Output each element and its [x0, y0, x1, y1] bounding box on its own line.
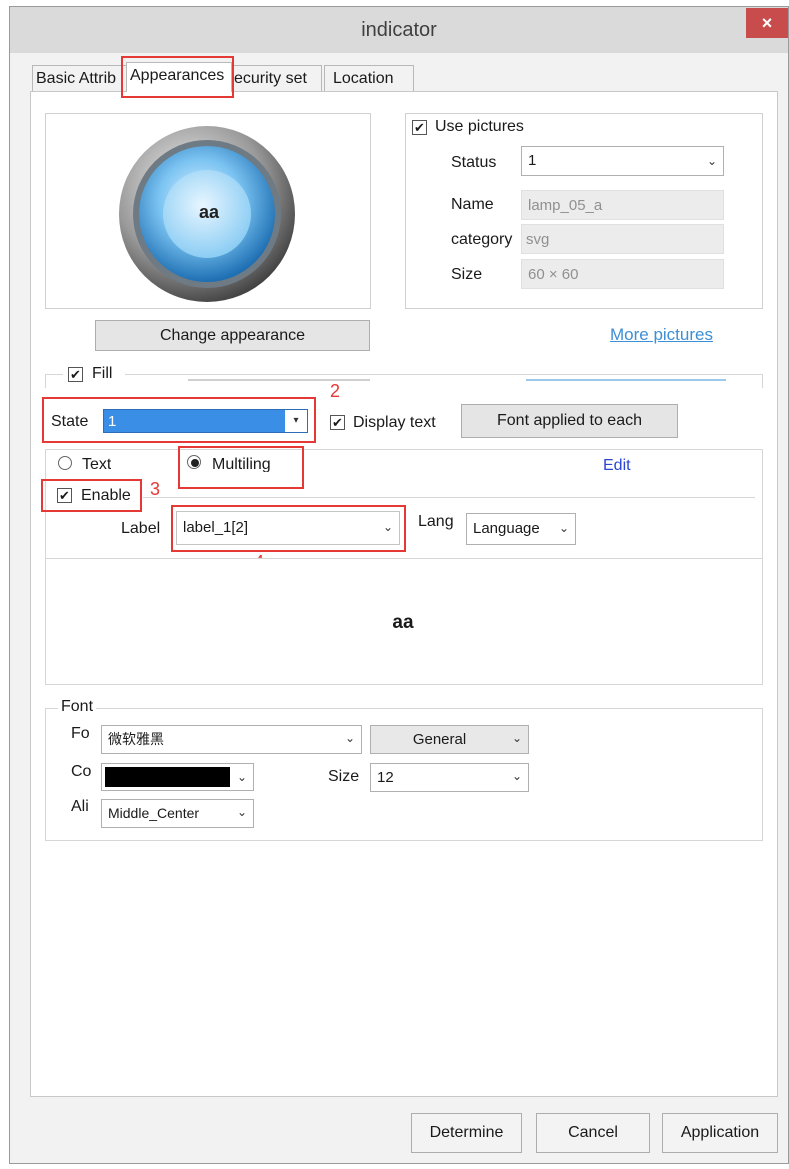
multiling-option-label: Multiling — [212, 456, 271, 472]
use-pictures-checkbox[interactable]: ✔ — [412, 120, 427, 135]
category-label: category — [451, 231, 513, 248]
highlight-box-1 — [121, 56, 234, 98]
display-text-checkbox[interactable]: ✔ — [330, 415, 345, 430]
status-label: Status — [451, 154, 497, 171]
chevron-down-icon: ⌄ — [511, 769, 522, 783]
enable-label: Enable — [81, 487, 131, 504]
font-style-select[interactable]: General ⌄ — [370, 725, 529, 754]
use-pictures-label: Use pictures — [435, 118, 524, 135]
label-label: Label — [121, 520, 161, 537]
font-family-label: Fo — [71, 725, 90, 742]
dropdown-arrow-icon: ▾ — [285, 410, 307, 432]
close-button[interactable]: × — [746, 8, 788, 38]
color-swatch — [105, 767, 230, 787]
multiling-radio[interactable] — [187, 455, 201, 469]
color-label: Co — [71, 763, 92, 780]
tab-security-settings[interactable]: ecurity set — [230, 65, 322, 91]
change-appearance-button[interactable]: Change appearance — [95, 320, 370, 351]
state-value: 1 — [108, 413, 117, 430]
fill-control[interactable] — [188, 379, 370, 385]
fill-checkbox[interactable]: ✔ — [68, 367, 83, 382]
fill-color-control[interactable] — [526, 379, 726, 385]
fill-label: Fill — [92, 365, 113, 382]
display-text-label: Display text — [353, 414, 436, 431]
align-select[interactable]: Middle_Center ⌄ — [101, 799, 254, 828]
name-field: lamp_05_a — [521, 190, 724, 220]
state-select[interactable]: 1 ▾ — [103, 409, 308, 433]
size-label: Size — [451, 266, 483, 283]
appearance-preview: aa — [45, 113, 371, 309]
text-radio[interactable] — [58, 456, 72, 470]
annotation-2: 2 — [330, 381, 341, 401]
determine-button[interactable]: Determine — [411, 1113, 522, 1153]
font-size-value: 12 — [377, 769, 394, 786]
chevron-down-icon: ⌄ — [706, 154, 717, 168]
font-style-value: General — [412, 731, 467, 748]
language-select[interactable]: Language ⌄ — [466, 513, 576, 545]
font-size-select[interactable]: 12 ⌄ — [370, 763, 529, 792]
font-applied-each-button[interactable]: Font applied to each — [461, 404, 678, 438]
edit-link[interactable]: Edit — [603, 457, 631, 475]
tab-location[interactable]: Location — [324, 65, 414, 91]
align-label: Ali — [71, 798, 89, 815]
state-label: State — [51, 413, 89, 430]
chevron-down-icon: ⌄ — [382, 520, 393, 534]
chevron-down-icon: ⌄ — [344, 731, 355, 745]
category-field: svg — [521, 224, 724, 254]
divider — [143, 497, 755, 498]
font-color-select[interactable]: ⌄ — [101, 763, 254, 791]
lamp-text: aa — [198, 202, 220, 222]
text-preview: aa — [392, 612, 414, 633]
text-option-label: Text — [82, 456, 112, 472]
application-button[interactable]: Application — [662, 1113, 778, 1153]
status-value: 1 — [528, 152, 537, 169]
font-group-title: Font — [58, 698, 97, 716]
lang-label: Lang — [418, 513, 454, 530]
chevron-down-icon: ⌄ — [558, 521, 569, 535]
chevron-down-icon: ⌄ — [236, 770, 247, 784]
window-title: indicator — [361, 19, 437, 41]
chevron-down-icon: ⌄ — [511, 731, 522, 745]
chevron-down-icon: ⌄ — [236, 805, 247, 819]
label-value: label_1[2] — [183, 519, 249, 536]
more-pictures-link[interactable]: More pictures — [610, 325, 713, 345]
tab-basic-attributes[interactable]: Basic Attrib — [32, 65, 128, 91]
language-value: Language — [473, 520, 540, 537]
name-label: Name — [451, 196, 494, 213]
font-size-label: Size — [328, 768, 360, 785]
label-select[interactable]: label_1[2] ⌄ — [176, 511, 400, 545]
align-value: Middle_Center — [108, 805, 200, 821]
size-field: 60 × 60 — [521, 259, 724, 289]
cancel-button[interactable]: Cancel — [536, 1113, 650, 1153]
status-select[interactable]: 1 ⌄ — [521, 146, 724, 176]
enable-checkbox[interactable]: ✔ — [57, 488, 72, 503]
font-family-value: 微软雅黑 — [108, 731, 164, 747]
font-family-select[interactable]: 微软雅黑 ⌄ — [101, 725, 362, 754]
